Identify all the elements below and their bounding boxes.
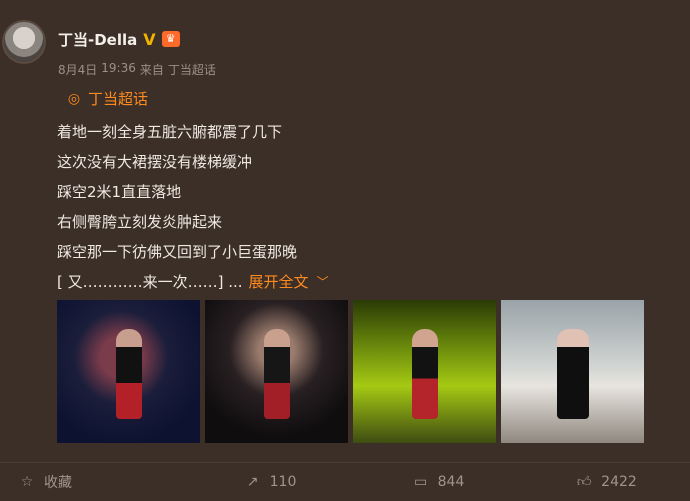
photo-thumb-3[interactable] (353, 300, 496, 443)
crown-icon: ♛ (161, 31, 180, 47)
favorite-label: 收藏 (44, 475, 72, 491)
body-line: 这次没有大裙摆没有楼梯缓冲 (57, 153, 253, 171)
repost-count: 110 (269, 474, 297, 490)
photo-grid (57, 300, 644, 443)
post-time: 19:36 (101, 61, 136, 75)
performer-figure (411, 328, 438, 419)
body-line: 踩空2米1直直落地 (57, 183, 182, 201)
body-line: 着地一刻全身五脏六腑都震了几下 (57, 123, 283, 141)
post-meta: 8月4日 19:36 来自 丁当超话 (58, 61, 216, 78)
expand-full-text-link[interactable]: 展开全文 (249, 267, 309, 297)
repost-icon: ↗ (246, 474, 259, 490)
weibo-post: 丁当-Della V ♛ 8月4日 19:36 来自 丁当超话 ◎ 丁当超话 着… (0, 0, 690, 500)
chevron-down-icon[interactable]: ﹀ (317, 267, 329, 297)
avatar[interactable] (2, 20, 46, 64)
body-line: 右侧臀胯立刻发炎肿起来 (57, 213, 223, 231)
post-body: 着地一刻全身五脏六腑都震了几下 这次没有大裙摆没有楼梯缓冲 踩空2米1直直落地 … (57, 117, 329, 297)
author-name[interactable]: 丁当-Della (58, 29, 137, 50)
author-row: 丁当-Della V ♛ (58, 28, 180, 50)
post-date: 8月4日 (58, 63, 98, 77)
performer-figure (115, 328, 142, 419)
truncated-row: [ 又…………来一次……] ... 展开全文 ﹀ (57, 267, 329, 297)
body-line: 踩空那一下彷佛又回到了小巨蛋那晚 (57, 243, 298, 261)
photo-thumb-2[interactable] (205, 300, 348, 443)
thumbs-up-icon: 👍︎ (576, 474, 592, 490)
action-bar: ☆ 收藏 ↗ 110 ▭ 844 👍︎ 2422 (0, 462, 690, 501)
repost-button[interactable]: ↗ 110 (186, 473, 354, 491)
like-count: 2422 (601, 474, 637, 490)
like-button[interactable]: 👍︎ 2422 (522, 473, 690, 491)
photo-thumb-1[interactable] (57, 300, 200, 443)
person-figure (556, 328, 589, 419)
verified-icon: V (143, 29, 156, 49)
comment-button[interactable]: ▭ 844 (354, 473, 522, 491)
star-icon: ☆ (20, 474, 34, 490)
favorite-button[interactable]: ☆ 收藏 (0, 472, 186, 492)
source-link[interactable]: 丁当超话 (168, 61, 216, 78)
source-prefix: 来自 (139, 63, 164, 77)
comment-count: 844 (437, 474, 465, 490)
comment-icon: ▭ (414, 474, 428, 490)
photo-thumb-4[interactable] (501, 300, 644, 443)
topic-label[interactable]: 丁当超话 (88, 88, 148, 109)
topic-icon: ◎ (67, 90, 81, 107)
truncated-text: [ 又…………来一次……] ... (57, 273, 243, 291)
performer-figure (263, 328, 290, 419)
topic-tag[interactable]: ◎ 丁当超话 (66, 88, 148, 109)
